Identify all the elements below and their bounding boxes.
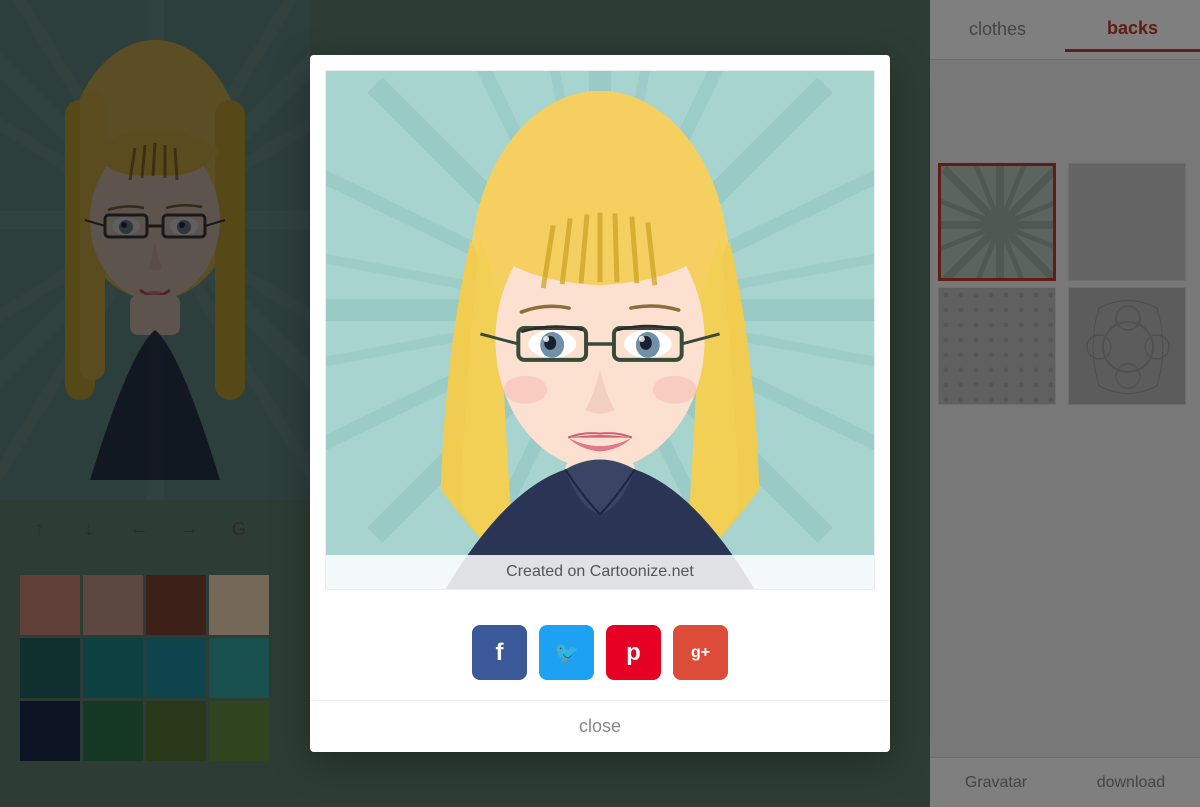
facebook-btn[interactable]: f [472,625,527,680]
watermark-text: Created on Cartoonize.net [326,555,874,589]
close-button[interactable]: close [579,716,621,737]
facebook-icon: f [496,639,504,667]
modal-overlay: Created on Cartoonize.net f 🐦 p g+ close [0,0,1200,807]
modal-close-row: close [310,700,890,752]
modal-dialog: Created on Cartoonize.net f 🐦 p g+ close [310,55,890,752]
pinterest-btn[interactable]: p [606,625,661,680]
cartoon-image: Created on Cartoonize.net [325,70,875,590]
twitter-icon: 🐦 [554,640,579,665]
gplus-icon: g+ [691,644,710,662]
twitter-btn[interactable]: 🐦 [539,625,594,680]
avatar-svg [326,71,874,589]
gplus-btn[interactable]: g+ [673,625,728,680]
pinterest-icon: p [626,639,641,667]
modal-image-container: Created on Cartoonize.net [310,55,890,605]
social-buttons-row: f 🐦 p g+ [310,605,890,700]
